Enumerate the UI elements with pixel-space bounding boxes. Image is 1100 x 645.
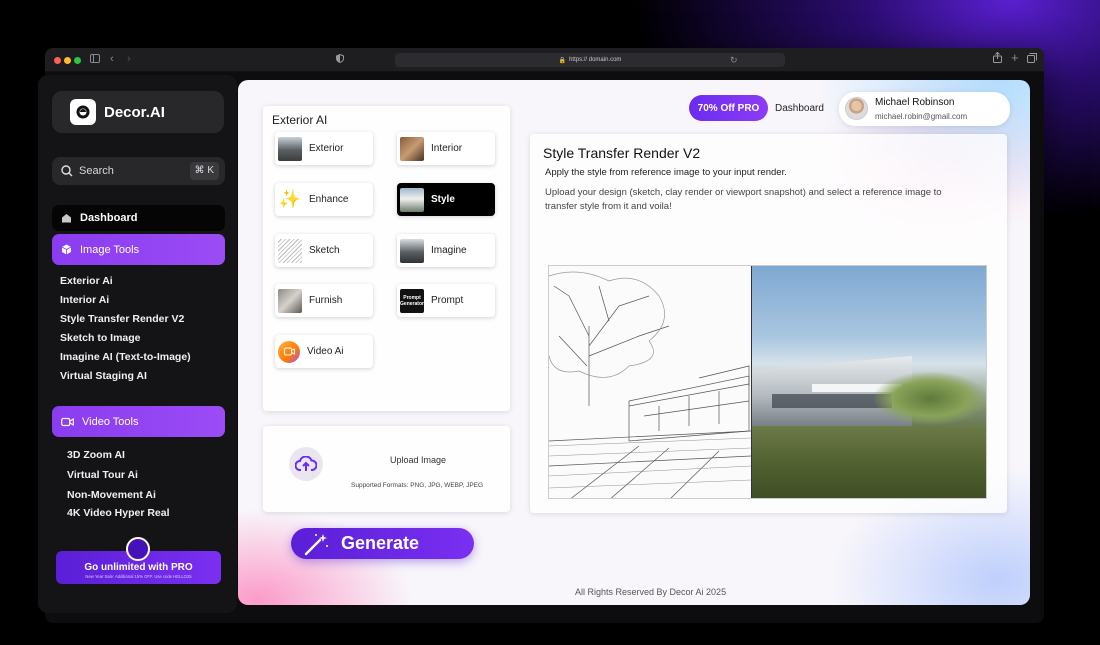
brand-name: Decor.AI	[104, 103, 165, 121]
sketch-render-image	[549, 266, 751, 498]
imagine-thumbnail-icon	[400, 238, 424, 263]
tool-tile-label: Video Ai	[307, 346, 344, 357]
address-bar[interactable]: 🔒 https:// domain.com	[395, 53, 785, 67]
main-content: Exterior AI Exterior Interior ✨ Enhance …	[238, 80, 1030, 605]
go-pro-title: Go unlimited with PRO	[84, 562, 193, 573]
share-icon[interactable]	[993, 51, 1002, 67]
tool-tile-interior[interactable]: Interior	[397, 132, 495, 165]
tool-tile-imagine[interactable]: Imagine	[397, 234, 495, 267]
maximize-window-button[interactable]	[74, 57, 81, 64]
sidebar-item-video-tools[interactable]: Video Tools	[52, 406, 225, 437]
page-title: Style Transfer Render V2	[543, 145, 701, 161]
upload-cloud-icon[interactable]	[289, 447, 323, 481]
tool-tile-sketch[interactable]: Sketch	[275, 234, 373, 267]
sidebar-item-image-tools[interactable]: Image Tools	[52, 234, 225, 265]
tool-tile-label: Style	[431, 194, 455, 205]
page-description: Upload your design (sketch, clay render …	[545, 187, 942, 212]
user-name: Michael Robinson	[875, 97, 955, 108]
sidebar-subitem-virtual-staging[interactable]: Virtual Staging AI	[60, 370, 147, 382]
furnish-thumbnail-icon	[278, 288, 302, 313]
search-input[interactable]: Search ⌘ K	[52, 157, 225, 185]
search-shortcut: ⌘ K	[189, 162, 219, 180]
tool-tile-prompt[interactable]: Prompt Generator Prompt	[397, 284, 495, 317]
tool-tile-furnish[interactable]: Furnish	[275, 284, 373, 317]
user-email: michael.robin@gmail.com	[875, 112, 968, 121]
shield-icon[interactable]	[336, 53, 344, 67]
decor-logo-icon	[70, 99, 96, 125]
photoreal-render-image	[751, 266, 986, 498]
close-window-button[interactable]	[54, 57, 61, 64]
search-placeholder: Search	[79, 165, 114, 177]
sidebar-subitem-style-transfer[interactable]: Style Transfer Render V2	[60, 313, 184, 325]
sidebar-item-dashboard[interactable]: Dashboard	[52, 205, 225, 231]
search-icon	[61, 165, 73, 177]
tool-tile-video-ai[interactable]: Video Ai	[275, 335, 373, 368]
video-camera-icon	[61, 417, 74, 427]
upload-label: Upload Image	[390, 455, 447, 465]
tool-tile-label: Enhance	[309, 194, 349, 205]
sparkles-icon: ✨	[278, 187, 302, 212]
sidebar-subitem-sketch[interactable]: Sketch to Image	[60, 332, 141, 344]
home-icon	[61, 213, 72, 223]
sidebar: Decor.AI Search ⌘ K Dashboard Image Tool…	[38, 75, 237, 613]
tool-tile-enhance[interactable]: ✨ Enhance	[275, 183, 373, 216]
sidebar-subitem-3d-zoom[interactable]: 3D Zoom AI	[67, 449, 125, 461]
upload-formats: Supported Formats: PNG, JPG, WEBP, JPEG	[351, 482, 484, 489]
tool-tile-label: Imagine	[431, 245, 467, 256]
sidebar-subitem-virtual-tour[interactable]: Virtual Tour Ai	[67, 469, 138, 481]
tools-panel-title: Exterior AI	[272, 113, 328, 127]
sidebar-subitem-interior[interactable]: Interior Ai	[60, 294, 109, 306]
sidebar-subitem-non-movement[interactable]: Non-Movement Ai	[67, 489, 156, 501]
user-profile-card[interactable]: Michael Robinson michael.robin@gmail.com	[839, 92, 1010, 126]
sidebar-item-label: Dashboard	[80, 212, 138, 224]
go-pro-subtitle: New Year Sale: Additional 15% OFF. Use c…	[85, 574, 192, 579]
lock-icon: 🔒	[558, 57, 567, 64]
interior-thumbnail-icon	[400, 136, 424, 161]
forward-icon[interactable]: ›	[127, 52, 131, 66]
tool-tile-label: Furnish	[309, 295, 343, 306]
header-dashboard-link[interactable]: Dashboard	[775, 103, 824, 114]
content-card: Style Transfer Render V2 Apply the style…	[530, 134, 1007, 513]
reload-icon[interactable]: ↻	[730, 53, 738, 67]
tool-tile-label: Prompt	[431, 295, 464, 306]
style-thumbnail-icon	[400, 187, 424, 212]
tool-tile-label: Sketch	[309, 245, 340, 256]
tabs-overview-icon[interactable]	[1027, 53, 1037, 67]
tool-tile-label: Exterior	[309, 143, 344, 154]
sidebar-subitem-imagine[interactable]: Imagine AI (Text-to-Image)	[60, 351, 191, 363]
tool-tile-label: Interior	[431, 143, 463, 154]
pro-badge-ring-icon	[126, 537, 150, 561]
sidebar-subitem-4k-video[interactable]: 4K Video Hyper Real	[67, 507, 170, 519]
exterior-thumbnail-icon	[278, 136, 302, 161]
generate-label: Generate	[341, 533, 420, 553]
brand-logo[interactable]: Decor.AI	[52, 91, 224, 133]
prompt-generator-icon: Prompt Generator	[400, 288, 424, 313]
new-tab-icon[interactable]: +	[1011, 51, 1019, 65]
page-subtitle: Apply the style from reference image to …	[545, 167, 787, 178]
avatar	[845, 97, 868, 120]
sidebar-toggle-icon[interactable]	[90, 53, 100, 67]
tools-panel: Exterior AI Exterior Interior ✨ Enhance …	[263, 106, 510, 411]
browser-toolbar: ‹ › 🔒 https:// domain.com ↻ +	[45, 48, 1044, 72]
video-ai-icon	[278, 340, 300, 363]
sidebar-subitem-exterior[interactable]: Exterior Ai	[60, 275, 113, 287]
sidebar-item-label: Image Tools	[80, 243, 140, 256]
pro-discount-button[interactable]: 70% Off PRO	[689, 95, 768, 121]
magic-wand-icon	[303, 532, 329, 556]
footer-copyright: All Rights Reserved By Decor Ai 2025	[575, 587, 727, 597]
style-transfer-preview-image	[548, 265, 987, 499]
tool-tile-exterior[interactable]: Exterior	[275, 132, 373, 165]
sidebar-item-label: Video Tools	[82, 415, 139, 428]
upload-dropzone[interactable]: Upload Image Supported Formats: PNG, JPG…	[263, 426, 510, 512]
minimize-window-button[interactable]	[64, 57, 71, 64]
generate-button[interactable]: Generate	[291, 528, 474, 559]
cube-icon	[61, 244, 72, 255]
sketch-thumbnail-icon	[278, 238, 302, 263]
back-icon[interactable]: ‹	[110, 52, 114, 66]
url-text: https:// domain.com	[569, 57, 622, 63]
tool-tile-style[interactable]: Style	[397, 183, 495, 216]
